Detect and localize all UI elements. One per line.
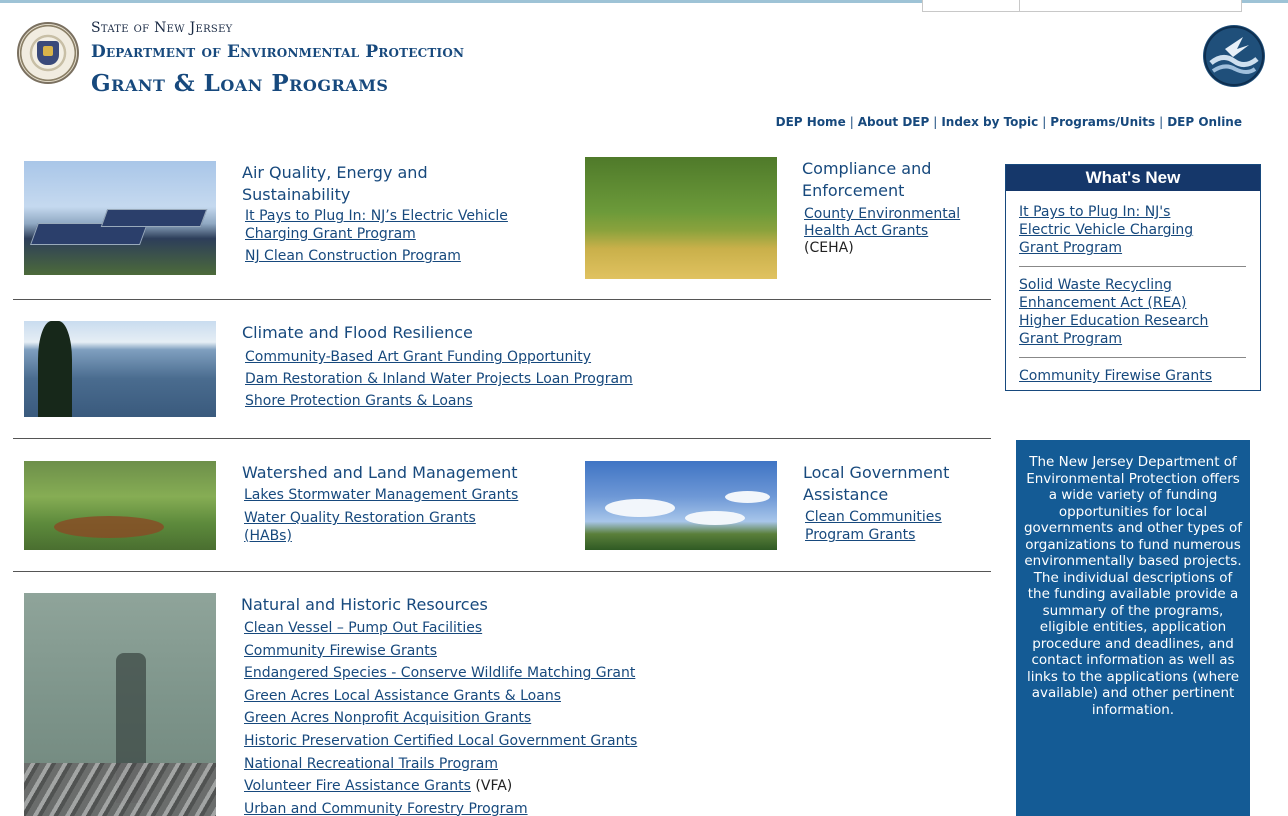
section-title-natural-resources: Natural and Historic Resources [241,595,488,614]
nav-separator: | [933,115,938,129]
whats-new-line: Electric Vehicle Charging [1019,222,1194,238]
vfa-abbreviation: (VFA) [475,778,513,795]
link-recreational-trails[interactable]: National Recreational Trails Program [244,756,498,772]
rocks [24,763,216,816]
section-title-climate: Climate and Flood Resilience [242,323,473,342]
page-title: Grant & Loan Programs [91,70,389,97]
sky-hills-photo [585,461,777,550]
solar-panel [100,209,208,227]
top-navigation: DEP Home | About DEP | Index by Topic | Progra… [776,115,1242,129]
watershed-links: Lakes Stormwater Management Grants Water… [244,486,518,545]
link-nj-clean-construction[interactable]: NJ Clean Construction Program [245,248,461,264]
whats-new-item: Solid Waste Recycling Enhancement Act (R… [1019,276,1246,358]
whats-new-panel: What's New It Pays to Plug In: NJ's Elec… [1005,164,1261,391]
link-historic-preservation[interactable]: Historic Preservation Certified Local Go… [244,733,637,749]
section-title-line: Sustainability [242,185,351,204]
whats-new-line: Solid Waste Recycling [1019,277,1172,293]
nav-about-dep[interactable]: About DEP [858,115,930,129]
nav-separator: | [1042,115,1047,129]
section-title-air-quality: Air Quality, Energy and Sustainability [242,162,428,206]
link-dam-restoration[interactable]: Dam Restoration & Inland Water Projects … [245,371,633,387]
whats-new-rea-grant[interactable]: Solid Waste Recycling Enhancement Act (R… [1019,277,1208,347]
local-government-links: Clean Communities Program Grants [805,508,942,544]
link-clean-communities-cont[interactable]: Program Grants [805,527,915,543]
green-field-photo [585,157,777,279]
section-title-compliance: Compliance and Enforcement [802,158,931,202]
whats-new-line: Community Firewise Grants [1019,368,1212,384]
link-volunteer-fire-assistance[interactable]: Volunteer Fire Assistance Grants [244,778,471,794]
air-quality-links: It Pays to Plug In: NJ’s Electric Vehicl… [245,207,508,265]
section-title-line: Compliance and [802,159,932,178]
link-endangered-species[interactable]: Endangered Species - Conserve Wildlife M… [244,665,635,681]
link-shore-protection[interactable]: Shore Protection Grants & Loans [245,393,473,409]
whats-new-line: Enhancement Act (REA) [1019,295,1187,311]
section-divider [13,299,991,300]
section-divider [13,438,991,439]
whats-new-ev-charging[interactable]: It Pays to Plug In: NJ's Electric Vehicl… [1019,204,1193,256]
link-habs[interactable]: (HABs) [244,528,292,544]
department-name: Department of Environmental Protection [91,42,465,62]
dep-logo-icon[interactable] [1203,25,1265,87]
program-description-box: The New Jersey Department of Environment… [1016,440,1250,816]
whats-new-item: It Pays to Plug In: NJ's Electric Vehicl… [1019,203,1246,267]
search-divider [1019,0,1020,12]
section-divider [13,571,991,572]
link-ev-charging-grant-cont[interactable]: Charging Grant Program [245,226,416,242]
whats-new-line: It Pays to Plug In: NJ's [1019,204,1171,220]
section-title-watershed: Watershed and Land Management [242,463,518,482]
whats-new-items: It Pays to Plug In: NJ's Electric Vehicl… [1006,191,1260,394]
wetland-stream-photo [24,461,216,550]
tree-silhouette [38,321,72,417]
nav-index-by-topic[interactable]: Index by Topic [941,115,1038,129]
ceha-abbreviation: (CEHA) [804,240,854,256]
nav-programs-units[interactable]: Programs/Units [1050,115,1155,129]
whats-new-item: Community Firewise Grants [1019,367,1246,394]
whats-new-title: What's New [1006,165,1260,191]
nj-state-seal-icon [17,22,79,84]
seal-crest [43,46,53,56]
mud-patch [54,516,164,538]
nav-dep-home[interactable]: DEP Home [776,115,846,129]
link-water-quality-restoration[interactable]: Water Quality Restoration Grants [244,510,476,526]
cloud [605,499,675,517]
link-ceha-grants[interactable]: County Environmental [804,206,960,222]
section-title-line: Local Government [803,463,950,482]
section-title-line: Air Quality, Energy and [242,163,428,182]
compliance-links: County Environmental Health Act Grants (… [804,206,960,257]
climate-links: Community-Based Art Grant Funding Opport… [245,346,633,412]
section-title-line: Assistance [803,485,889,504]
state-name: State of New Jersey [91,20,233,36]
link-lakes-stormwater[interactable]: Lakes Stormwater Management Grants [244,487,518,503]
cloud [725,491,770,503]
lake-photo [24,321,216,417]
link-ceha-grants-cont[interactable]: Health Act Grants [804,223,928,239]
link-ev-charging-grant[interactable]: It Pays to Plug In: NJ’s Electric Vehicl… [245,208,508,224]
nav-dep-online[interactable]: DEP Online [1167,115,1242,129]
nav-separator: | [849,115,854,129]
cloud [685,511,745,525]
whats-new-firewise[interactable]: Community Firewise Grants [1019,368,1212,384]
link-green-acres-local[interactable]: Green Acres Local Assistance Grants & Lo… [244,688,561,704]
link-green-acres-nonprofit[interactable]: Green Acres Nonprofit Acquisition Grants [244,710,531,726]
section-title-line: Enforcement [802,181,905,200]
whats-new-line: Grant Program [1019,331,1123,347]
link-urban-forestry[interactable]: Urban and Community Forestry Program [244,801,528,816]
nav-separator: | [1159,115,1164,129]
solar-panels-photo [24,161,216,275]
link-community-firewise[interactable]: Community Firewise Grants [244,643,437,659]
link-clean-vessel[interactable]: Clean Vessel – Pump Out Facilities [244,620,482,636]
link-community-art-grant[interactable]: Community-Based Art Grant Funding Opport… [245,349,591,365]
link-clean-communities[interactable]: Clean Communities [805,509,942,525]
whats-new-line: Higher Education Research [1019,313,1209,329]
natural-resources-links: Clean Vessel – Pump Out Facilities Commu… [244,617,637,816]
whats-new-line: Grant Program [1019,240,1123,256]
section-title-local-government: Local Government Assistance [803,462,949,506]
search-bar[interactable] [922,0,1242,12]
lighthouse-shadow-photo [24,593,216,816]
